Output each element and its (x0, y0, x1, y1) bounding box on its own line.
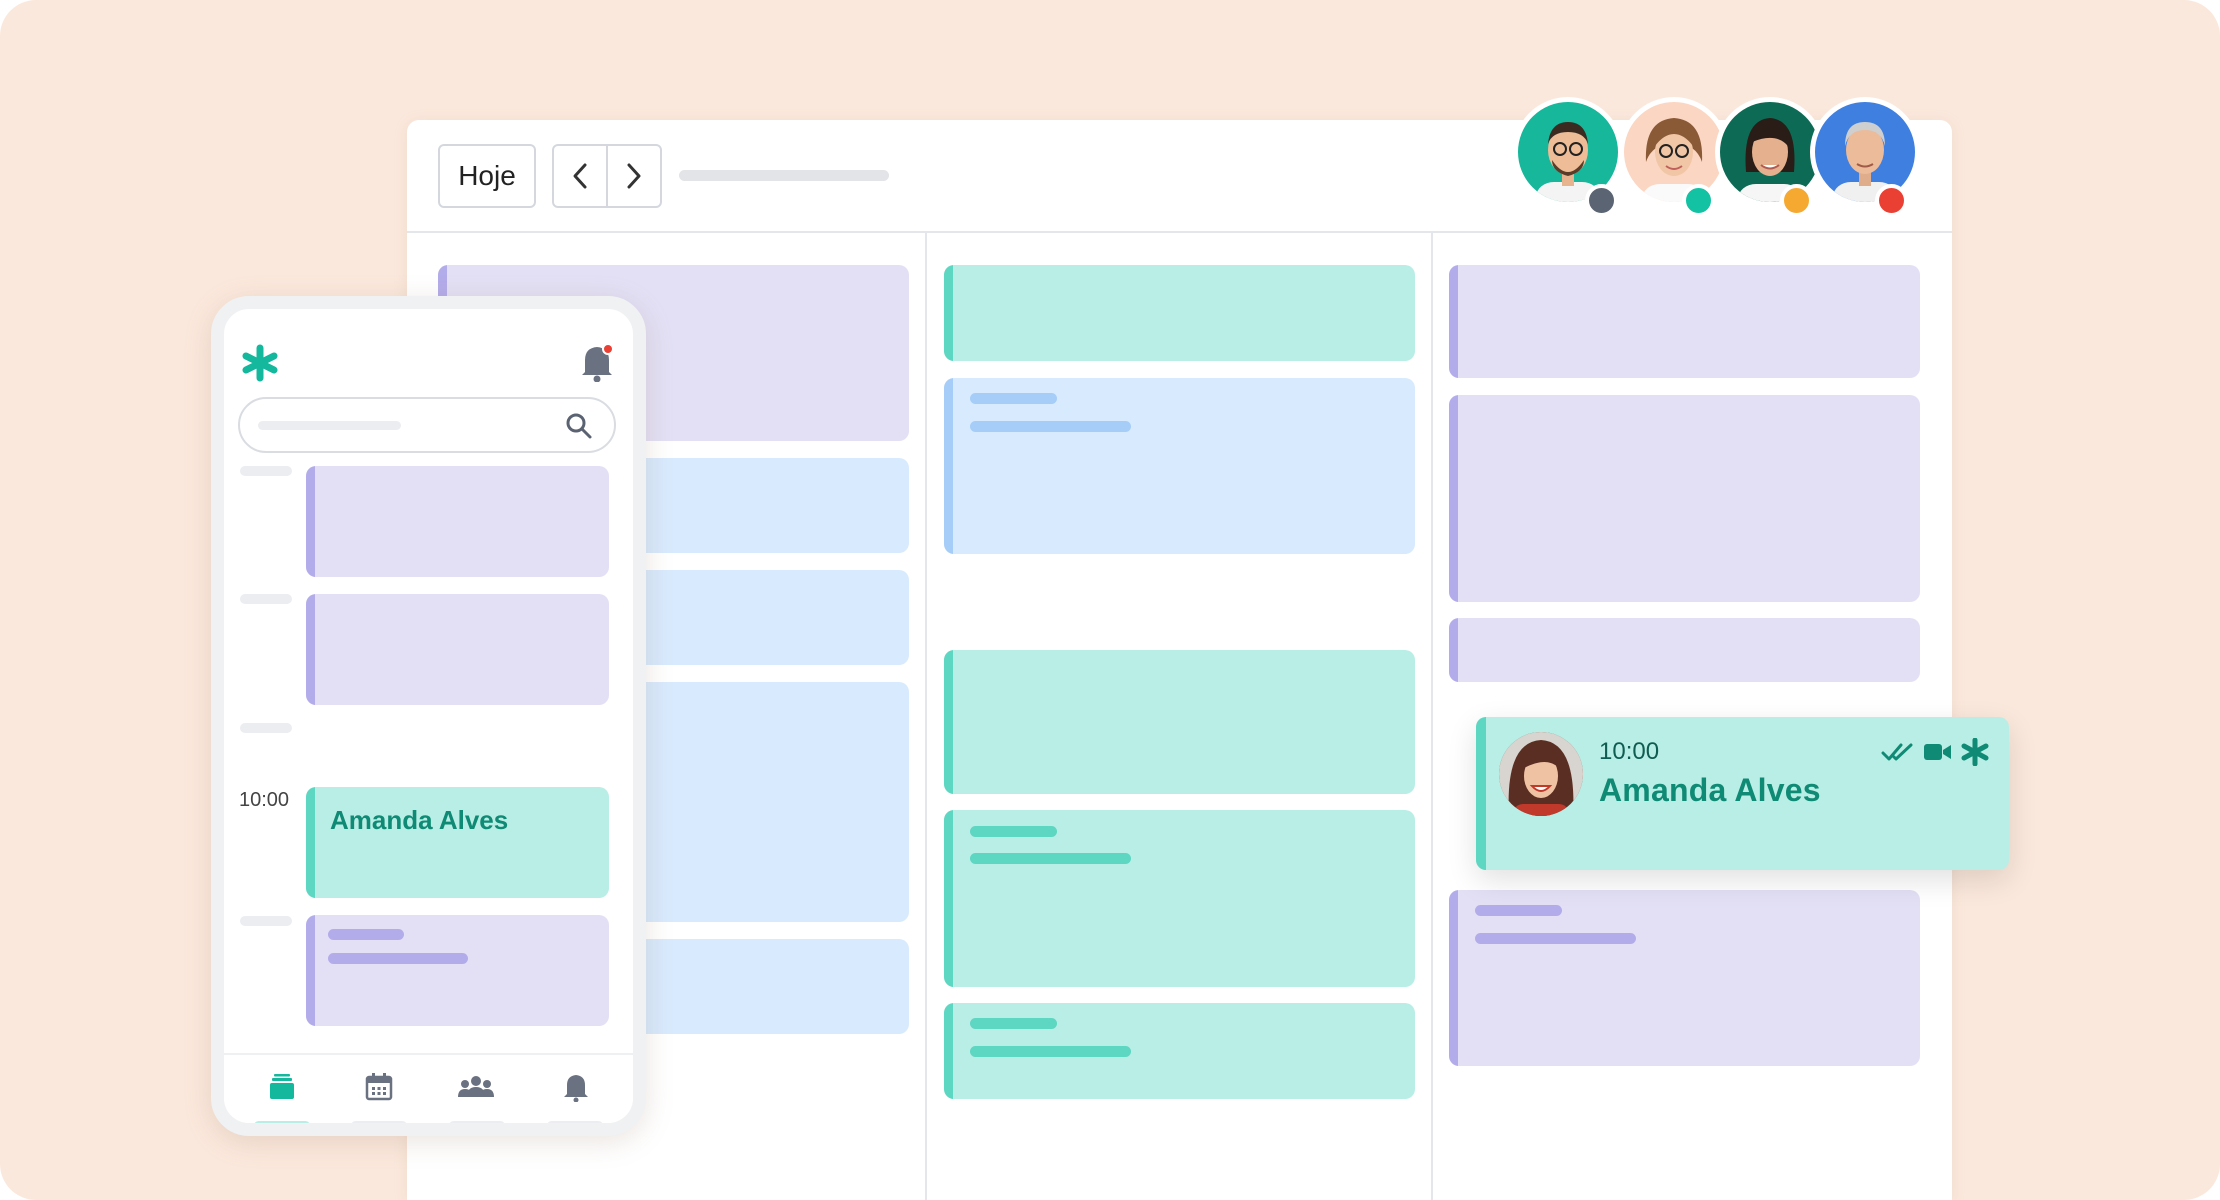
bell-icon (582, 343, 614, 383)
patient-avatar (1499, 732, 1583, 816)
tab-indicator (547, 1121, 603, 1123)
today-button[interactable]: Hoje (438, 144, 536, 208)
time-slot-placeholder (240, 723, 292, 733)
mobile-event[interactable]: Amanda Alves (306, 787, 609, 898)
calendar-event[interactable] (1449, 890, 1920, 1066)
tab-indicator (351, 1121, 407, 1123)
search-input[interactable] (238, 397, 616, 453)
calendar-event[interactable] (944, 1003, 1415, 1099)
patients-icon (458, 1076, 494, 1097)
calendar-event[interactable] (1449, 618, 1920, 682)
time-slot-placeholder (240, 594, 292, 604)
event-text-placeholder (1475, 905, 1562, 916)
doctoralia-logo-icon (242, 344, 278, 382)
column-divider (1431, 233, 1433, 1200)
video-icon (1924, 744, 1951, 760)
appointment-patient-name: Amanda Alves (1599, 772, 1821, 808)
search-icon (566, 413, 592, 439)
date-navigation (552, 144, 662, 208)
calendar-event[interactable] (944, 810, 1415, 987)
event-text-placeholder (970, 421, 1131, 432)
tab-patients[interactable] (456, 1069, 496, 1105)
patient-photo (1499, 732, 1583, 816)
time-label: 10:00 (239, 789, 290, 811)
calendar-event[interactable] (944, 265, 1415, 361)
tab-agenda[interactable] (264, 1069, 300, 1105)
mobile-event-patient-name: Amanda Alves (330, 805, 509, 835)
mobile-event[interactable] (306, 594, 609, 705)
tab-calendar[interactable] (361, 1069, 397, 1105)
status-indicator (1875, 184, 1908, 217)
next-button[interactable] (606, 146, 660, 206)
event-text-placeholder (328, 929, 404, 940)
chevron-right-icon (627, 163, 641, 189)
notification-button[interactable] (579, 342, 615, 387)
calendar-event[interactable] (1449, 395, 1920, 602)
event-text-placeholder (970, 1046, 1131, 1057)
active-tab-indicator (254, 1121, 310, 1123)
time-slot-placeholder (240, 466, 292, 476)
event-text-placeholder (970, 1018, 1057, 1029)
event-text-placeholder (970, 853, 1131, 864)
doctoralia-logo-icon (1961, 738, 1989, 766)
event-text-placeholder (970, 393, 1057, 404)
bell-icon (564, 1075, 588, 1102)
event-text-placeholder (328, 953, 468, 964)
bottom-navigation (224, 1053, 633, 1123)
date-placeholder (679, 170, 889, 181)
calendar-event[interactable] (1449, 265, 1920, 378)
tab-notifications[interactable] (558, 1069, 594, 1105)
status-indicator (1682, 184, 1715, 217)
appointment-time: 10:00 (1599, 738, 1660, 765)
search-placeholder (258, 421, 401, 430)
appointment-card[interactable]: 10:00 Amanda Alves (1476, 717, 2009, 870)
professional-avatar[interactable] (1619, 97, 1729, 207)
chevron-left-icon (573, 163, 587, 189)
status-indicator (1780, 184, 1813, 217)
previous-button[interactable] (554, 146, 606, 206)
mobile-event[interactable] (306, 466, 609, 577)
mobile-app: 10:00 Amanda Alves (211, 296, 646, 1136)
event-text-placeholder (970, 826, 1057, 837)
calendar-icon (365, 1073, 393, 1101)
tab-indicator (449, 1121, 505, 1123)
calendar-event[interactable] (944, 650, 1415, 794)
column-divider (925, 233, 927, 1200)
time-slot-placeholder (240, 916, 292, 926)
status-indicator (1585, 184, 1618, 217)
double-check-icon (1881, 743, 1913, 761)
event-text-placeholder (1475, 933, 1636, 944)
agenda-icon (270, 1074, 294, 1099)
mobile-event[interactable] (306, 915, 609, 1026)
calendar-event[interactable] (944, 378, 1415, 554)
